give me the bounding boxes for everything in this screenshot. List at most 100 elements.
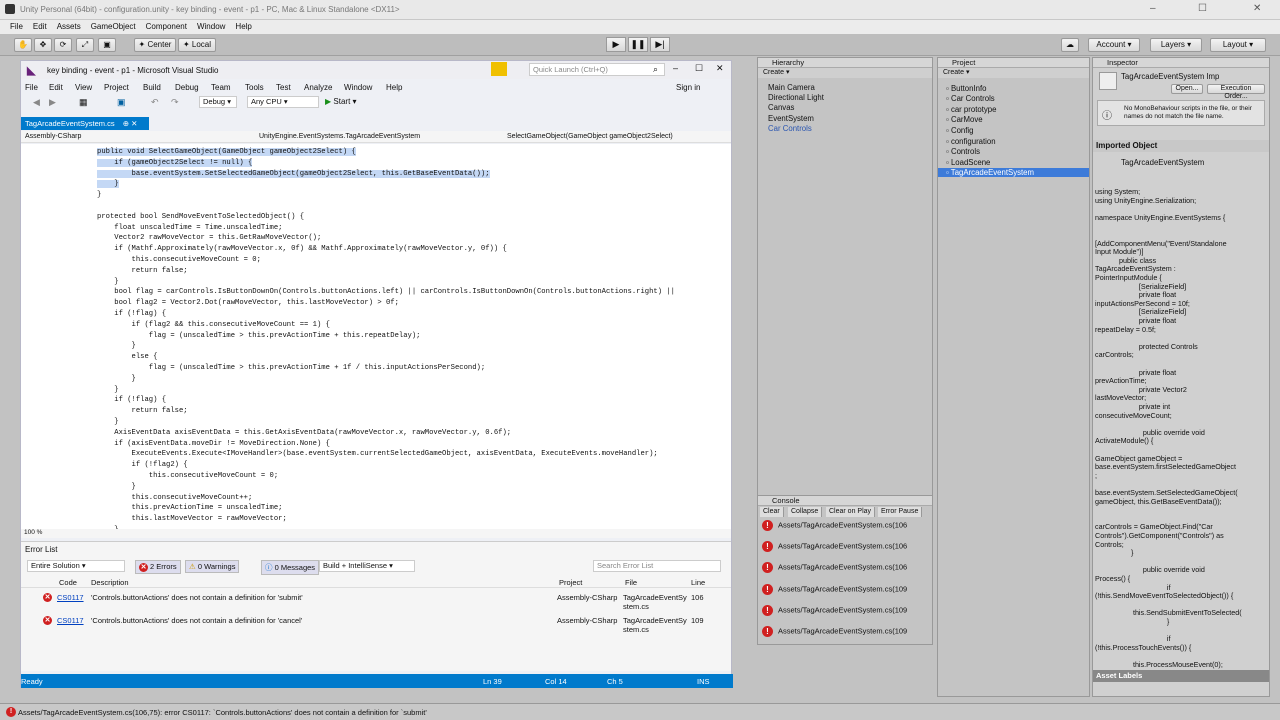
column-project[interactable]: Project — [559, 578, 582, 587]
project-item-controls[interactable]: ▫ Controls — [946, 147, 980, 156]
document-tab[interactable]: TagArcadeEventSystem.cs ⊕ ✕ — [21, 117, 149, 130]
vs-menu-help[interactable]: Help — [386, 83, 402, 92]
project-create-button[interactable]: Create — [943, 69, 964, 76]
rotate-tool-icon[interactable]: ⟳ — [54, 38, 72, 52]
unity-menu-window[interactable]: Window — [197, 22, 225, 31]
hierarchy-item-canvas[interactable]: Canvas — [768, 103, 794, 112]
sign-in-link[interactable]: Sign in — [676, 83, 700, 92]
undo-icon[interactable]: ↶ — [151, 97, 159, 108]
search-error-list-input[interactable]: Search Error List — [593, 560, 721, 572]
project-item-tagarcadeeventsystem[interactable]: ▫ TagArcadeEventSystem — [938, 168, 1089, 177]
error-code-link[interactable]: CS0117 — [57, 593, 84, 602]
layout-dropdown[interactable]: Layout ▾ — [1210, 38, 1266, 52]
console-tab[interactable]: Console — [758, 496, 932, 506]
project-item-loadscene[interactable]: ▫ LoadScene — [946, 158, 990, 167]
zoom-level[interactable]: 100 % — [21, 529, 731, 538]
console-error-entry[interactable]: ! Assets/TagArcadeEventSystem.cs(109 — [762, 584, 907, 595]
configuration-dropdown[interactable]: Debug ▾ — [199, 96, 237, 108]
column-code[interactable]: Code — [59, 578, 77, 587]
vs-maximize-icon[interactable]: ☐ — [695, 63, 703, 74]
pivot-center-button[interactable]: ✦ Center — [134, 38, 176, 52]
pivot-local-button[interactable]: ✦ Local — [178, 38, 216, 52]
execution-order-button[interactable]: Execution Order... — [1207, 84, 1265, 100]
vs-menu-team[interactable]: Team — [211, 83, 231, 92]
unity-menu-edit[interactable]: Edit — [33, 22, 47, 31]
console-error-entry[interactable]: ! Assets/TagArcadeEventSystem.cs(106 — [762, 541, 907, 552]
column-description[interactable]: Description — [91, 578, 129, 587]
project-item-configuration[interactable]: ▫ configuration — [946, 137, 996, 146]
vs-menu-analyze[interactable]: Analyze — [304, 83, 332, 92]
search-icon[interactable]: ⌕ — [653, 64, 658, 75]
nav-type-dropdown[interactable]: UnityEngine.EventSystems.TagArcadeEventS… — [259, 133, 420, 140]
platform-dropdown[interactable]: Any CPU ▾ — [247, 96, 319, 108]
vs-menu-edit[interactable]: Edit — [49, 83, 63, 92]
nav-member-dropdown[interactable]: SelectGameObject(GameObject gameObject2S… — [507, 133, 673, 140]
move-tool-icon[interactable]: ✥ — [34, 38, 52, 52]
redo-icon[interactable]: ↷ — [171, 97, 179, 108]
vs-menu-build[interactable]: Build — [143, 83, 161, 92]
code-editor[interactable]: public void SelectGameObject(GameObject … — [21, 144, 731, 529]
errors-filter-button[interactable]: ✕ 2 Errors — [135, 560, 181, 574]
console-collapse-button[interactable]: Collapse — [788, 507, 823, 517]
layers-dropdown[interactable]: Layers ▾ — [1150, 38, 1202, 52]
console-error-entry[interactable]: ! Assets/TagArcadeEventSystem.cs(109 — [762, 626, 907, 637]
vs-minimize-icon[interactable]: – — [673, 63, 678, 73]
unity-menu-assets[interactable]: Assets — [57, 22, 81, 31]
unity-menu-file[interactable]: File — [10, 22, 23, 31]
column-line[interactable]: Line — [691, 578, 705, 587]
rect-tool-icon[interactable]: ▣ — [98, 38, 116, 52]
unity-minimize-icon[interactable]: – — [1150, 3, 1156, 14]
scope-dropdown[interactable]: Entire Solution ▾ — [27, 560, 125, 572]
forward-icon[interactable]: ▶ — [49, 97, 56, 108]
vs-menu-test[interactable]: Test — [276, 83, 291, 92]
error-code-link[interactable]: CS0117 — [57, 616, 84, 625]
unity-maximize-icon[interactable]: ☐ — [1198, 3, 1207, 14]
hierarchy-item-car-controls[interactable]: Car Controls — [768, 124, 812, 133]
vs-menu-debug[interactable]: Debug — [175, 83, 199, 92]
vs-menu-tools[interactable]: Tools — [245, 83, 264, 92]
open-button[interactable]: Open... — [1171, 84, 1203, 94]
unity-status-bar[interactable]: ! Assets/TagArcadeEventSystem.cs(106,75)… — [0, 703, 1280, 720]
vs-menu-window[interactable]: Window — [344, 83, 372, 92]
unity-menu-gameobject[interactable]: GameObject — [91, 22, 136, 31]
table-row[interactable]: ✕ CS0117 'Controls.buttonActions' does n… — [21, 615, 731, 635]
account-dropdown[interactable]: Account ▾ — [1088, 38, 1140, 52]
vs-menu-view[interactable]: View — [75, 83, 92, 92]
start-button[interactable]: ▶ Start ▾ — [325, 97, 357, 106]
console-clear-on-play-button[interactable]: Clear on Play — [826, 507, 876, 517]
console-error-pause-button[interactable]: Error Pause — [878, 507, 923, 517]
unity-menu-help[interactable]: Help — [235, 22, 251, 31]
hand-tool-icon[interactable]: ✋ — [14, 38, 32, 52]
back-icon[interactable]: ◀ — [33, 97, 40, 108]
hierarchy-item-main-camera[interactable]: Main Camera — [768, 83, 815, 92]
hierarchy-item-eventsystem[interactable]: EventSystem — [768, 114, 814, 123]
project-item-carmove[interactable]: ▫ CarMove — [946, 115, 983, 124]
vs-close-icon[interactable]: ✕ — [716, 63, 724, 74]
console-error-entry[interactable]: ! Assets/TagArcadeEventSystem.cs(106 — [762, 520, 907, 531]
hierarchy-tab[interactable]: Hierarchy — [758, 58, 932, 68]
console-error-entry[interactable]: ! Assets/TagArcadeEventSystem.cs(109 — [762, 605, 907, 616]
messages-filter-button[interactable]: ⓘ 0 Messages — [261, 560, 320, 575]
scale-tool-icon[interactable]: ⤢ — [76, 38, 94, 52]
save-icon[interactable]: ▣ — [117, 97, 126, 108]
cloud-icon[interactable]: ☁ — [1061, 38, 1079, 52]
nav-project-dropdown[interactable]: Assembly-CSharp — [25, 133, 81, 140]
pause-button[interactable]: ❚❚ — [628, 37, 648, 52]
console-clear-button[interactable]: Clear — [760, 507, 784, 517]
hierarchy-create-button[interactable]: Create — [763, 69, 784, 76]
new-project-icon[interactable]: ▦ — [79, 97, 88, 108]
project-item-car-prototype[interactable]: ▫ car prototype — [946, 105, 996, 114]
column-file[interactable]: File — [625, 578, 637, 587]
vs-menu-project[interactable]: Project — [104, 83, 129, 92]
hierarchy-item-directional-light[interactable]: Directional Light — [768, 93, 824, 102]
asset-labels-header[interactable]: Asset Labels — [1093, 670, 1269, 682]
quick-launch-input[interactable]: Quick Launch (Ctrl+Q) — [529, 63, 665, 76]
inspector-tab[interactable]: Inspector — [1093, 58, 1269, 68]
project-item-config[interactable]: ▫ Config — [946, 126, 973, 135]
build-intellisense-dropdown[interactable]: Build + IntelliSense ▾ — [319, 560, 415, 572]
warnings-filter-button[interactable]: ⚠ 0 Warnings — [185, 560, 240, 573]
unity-close-icon[interactable]: ✕ — [1253, 3, 1261, 14]
console-error-entry[interactable]: ! Assets/TagArcadeEventSystem.cs(106 — [762, 562, 907, 573]
play-button[interactable]: ▶ — [606, 37, 626, 52]
step-button[interactable]: ▶| — [650, 37, 670, 52]
